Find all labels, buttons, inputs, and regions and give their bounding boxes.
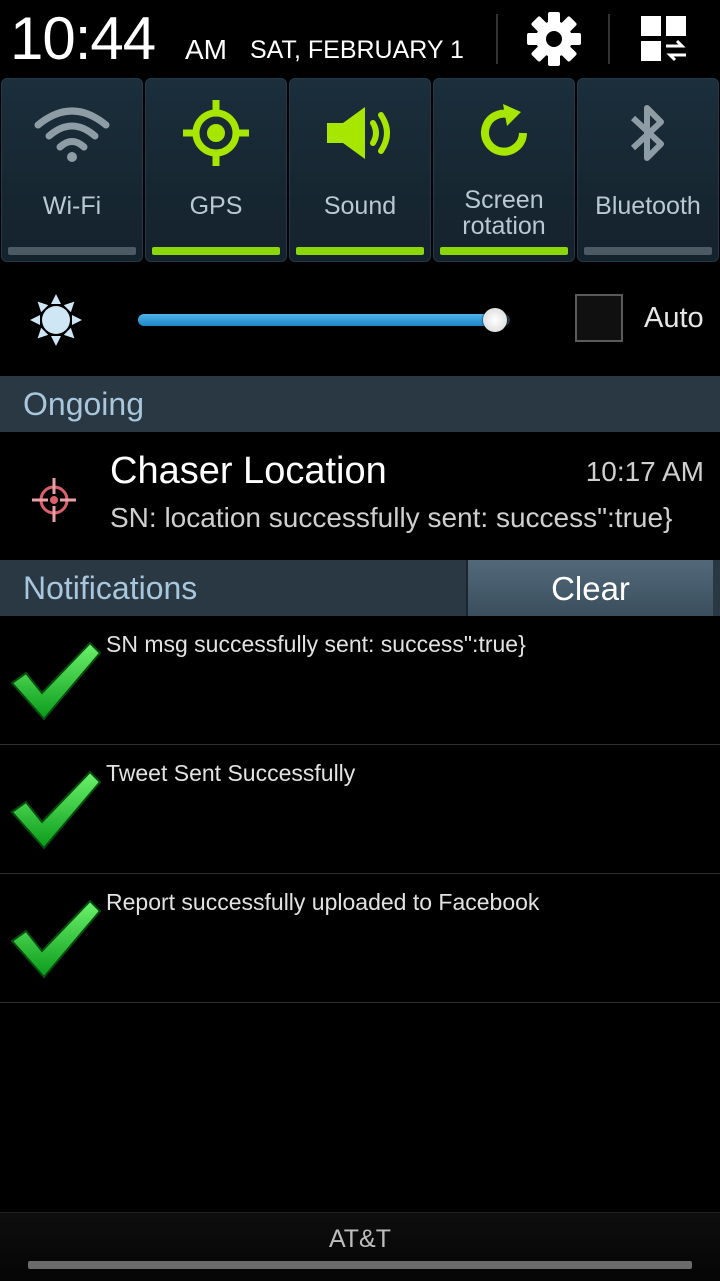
brightness-slider[interactable]	[138, 308, 510, 332]
notification-text: SN msg successfully sent: success":true}	[106, 631, 526, 657]
toggle-indicator	[8, 247, 136, 255]
wifi-icon	[2, 93, 142, 173]
gear-icon	[527, 12, 581, 66]
toggle-label: Bluetooth	[595, 192, 701, 220]
header-divider	[496, 14, 498, 64]
toggle-screen-rotation[interactable]: Screen rotation	[433, 78, 575, 262]
carrier-footer: AT&T	[0, 1212, 720, 1281]
gps-icon	[146, 93, 286, 173]
grid-switch-icon	[641, 16, 686, 62]
header-divider	[608, 14, 610, 64]
brightness-thumb[interactable]	[483, 308, 508, 332]
brightness-fill	[138, 314, 496, 326]
carrier-label: AT&T	[328, 1225, 392, 1253]
toggle-bluetooth[interactable]: Bluetooth	[577, 78, 719, 262]
toggle-sound[interactable]: Sound	[289, 78, 431, 262]
toggle-indicator	[584, 247, 712, 255]
ongoing-header: Ongoing	[0, 376, 720, 432]
sound-icon	[290, 93, 430, 173]
toggle-indicator	[152, 247, 280, 255]
brightness-icon	[28, 292, 84, 353]
toggle-label: Wi-Fi	[42, 192, 102, 220]
toggle-indicator	[296, 247, 424, 255]
quick-toggles: Wi-Fi GPS Sound Screen rotation Bluetoot…	[0, 78, 720, 262]
clock-time: 10:44	[10, 5, 156, 72]
notification-item[interactable]: Report successfully uploaded to Facebook	[0, 875, 720, 1003]
toggle-label: Sound	[323, 192, 397, 220]
toggle-wifi[interactable]: Wi-Fi	[1, 78, 143, 262]
status-header: 10:44 AM SAT, FEBRUARY 1	[0, 0, 720, 78]
rotation-icon	[434, 93, 574, 173]
brightness-row: Auto	[0, 262, 720, 376]
notification-text: Report successfully uploaded to Facebook	[106, 889, 540, 915]
checkmark-icon	[10, 897, 102, 986]
notification-text: SN: location successfully sent: success"…	[110, 502, 673, 533]
auto-brightness-checkbox[interactable]	[575, 294, 623, 342]
bluetooth-icon	[578, 93, 718, 173]
notifications-header: Notifications Clear	[0, 560, 720, 616]
section-title: Notifications	[23, 570, 198, 606]
notification-item[interactable]: Tweet Sent Successfully	[0, 746, 720, 874]
checkmark-icon	[10, 768, 102, 857]
drag-handle[interactable]	[28, 1261, 692, 1269]
notification-text: Tweet Sent Successfully	[106, 760, 356, 786]
clock-ampm: AM	[185, 34, 227, 65]
notification-item[interactable]: SN msg successfully sent: success":true}	[0, 617, 720, 745]
toggle-gps[interactable]: GPS	[145, 78, 287, 262]
quick-settings-grid-button[interactable]	[622, 0, 708, 78]
settings-button[interactable]	[512, 0, 596, 78]
crosshair-icon	[30, 476, 78, 529]
ongoing-notification[interactable]: Chaser Location 10:17 AM SN: location su…	[0, 432, 720, 560]
toggle-label: Screen rotation	[462, 186, 546, 240]
toggle-indicator	[440, 247, 568, 255]
section-title: Ongoing	[23, 386, 144, 422]
toggle-label: GPS	[189, 192, 243, 220]
auto-brightness-label: Auto	[644, 302, 704, 334]
checkmark-icon	[10, 639, 102, 728]
clear-button[interactable]: Clear	[466, 560, 713, 616]
date-label: SAT, FEBRUARY 1	[250, 36, 464, 64]
notification-time: 10:17 AM	[585, 456, 704, 487]
notification-title: Chaser Location	[110, 450, 387, 492]
